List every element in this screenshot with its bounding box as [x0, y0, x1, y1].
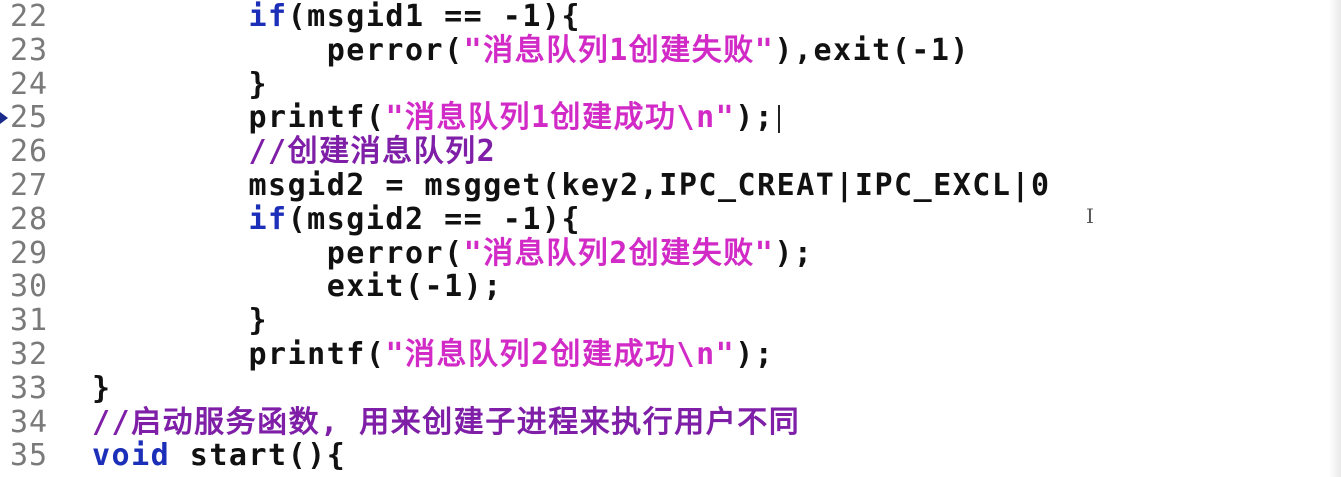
keyword-token: if [248, 0, 288, 34]
code-token: start(){ [170, 438, 347, 474]
code-token: printf( [92, 337, 386, 372]
code-line[interactable]: 32 printf("消息队列2创建成功\n"); [0, 338, 1341, 372]
line-number: 27 [10, 168, 49, 203]
code-text[interactable]: void start(){ [92, 439, 346, 473]
code-text[interactable]: if(msgid2 == -1){ [92, 201, 582, 237]
keyword-token: if [248, 201, 288, 237]
line-number: 26 [10, 134, 49, 170]
code-token: perror( [92, 235, 464, 271]
code-text[interactable]: exit(-1); [92, 270, 503, 304]
code-token: (msgid2 == -1){ [287, 201, 582, 237]
code-line[interactable]: 22 if(msgid1 == -1){ [0, 0, 1341, 34]
line-number: 30 [10, 269, 49, 305]
code-token: ),exit(-1) [774, 32, 970, 68]
code-line[interactable]: 34 //启动服务函数, 用来创建子进程来执行用户不同 [0, 404, 1341, 440]
code-text[interactable]: perror("消息队列2创建失败"); [92, 235, 814, 271]
line-number: 33 [10, 370, 49, 406]
comment-token: //启动服务函数, 用来创建子进程来执行用户不同 [92, 404, 801, 440]
string-token: "消息队列1创建失败" [463, 32, 775, 68]
code-text[interactable]: if(msgid1 == -1){ [92, 0, 581, 34]
code-token: perror( [92, 32, 464, 68]
code-line[interactable]: 25 printf("消息队列1创建成功\n"); [0, 101, 1341, 135]
code-token: } [92, 370, 112, 406]
string-token: "消息队列2创建失败" [463, 235, 775, 271]
code-line[interactable]: 35 void start(){ [0, 439, 1341, 473]
code-token: printf( [92, 100, 386, 136]
code-token: } [92, 66, 269, 102]
code-text[interactable]: } [92, 370, 112, 406]
comment-token: //创建消息队列2 [248, 134, 497, 170]
line-number: 34 [10, 404, 49, 440]
line-number: 35 [10, 438, 49, 474]
code-text[interactable]: //创建消息队列2 [92, 135, 496, 169]
code-line[interactable]: 23 perror("消息队列1创建失败"),exit(-1) [0, 32, 1341, 68]
ibeam-cursor-icon: I [1086, 204, 1094, 228]
line-number: 28 [10, 201, 49, 237]
code-line[interactable]: 27 msgid2 = msgget(key2,IPC_CREAT|IPC_EX… [0, 169, 1341, 203]
line-number: 24 [10, 66, 49, 102]
triangle-right-icon [0, 112, 8, 125]
code-editor[interactable]: 22 if(msgid1 == -1){23 perror("消息队列1创建失败… [0, 0, 1341, 477]
code-token: (msgid1 == -1){ [287, 0, 582, 34]
line-number: 29 [10, 235, 49, 271]
line-number: 31 [10, 303, 49, 339]
string-token: "消息队列2创建成功\n" [385, 337, 736, 372]
code-text[interactable]: printf("消息队列2创建成功\n"); [92, 338, 774, 372]
line-number: 25 [10, 100, 49, 136]
code-line[interactable]: 33} [0, 370, 1341, 406]
code-line[interactable]: 29 perror("消息队列2创建失败"); [0, 235, 1341, 271]
code-line[interactable]: 28 if(msgid2 == -1){ [0, 201, 1341, 237]
code-line[interactable]: 24 } [0, 66, 1341, 102]
code-token: ); [735, 337, 775, 372]
line-number: 23 [10, 32, 49, 68]
code-line[interactable]: 30 exit(-1); [0, 270, 1341, 304]
code-token: ); [735, 100, 775, 136]
code-token: ); [774, 235, 814, 271]
code-token: } [92, 303, 269, 339]
code-token: msgid2 = msgget(key2,IPC_CREAT|IPC_EXCL|… [92, 168, 1051, 203]
line-number: 22 [10, 0, 49, 34]
code-text[interactable]: perror("消息队列1创建失败"),exit(-1) [92, 32, 970, 68]
keyword-token: void [92, 438, 171, 474]
code-text[interactable]: } [92, 66, 269, 102]
code-text[interactable]: } [92, 304, 268, 338]
code-text[interactable]: //启动服务函数, 用来创建子进程来执行用户不同 [92, 404, 801, 440]
code-line[interactable]: 26 //创建消息队列2 [0, 135, 1341, 169]
string-token: "消息队列1创建成功\n" [385, 100, 736, 136]
code-text[interactable]: printf("消息队列1创建成功\n"); [92, 100, 781, 136]
code-line[interactable]: 31 } [0, 304, 1341, 338]
code-token: exit(-1); [92, 269, 503, 305]
line-number: 32 [10, 337, 49, 372]
text-caret [778, 104, 781, 133]
code-text[interactable]: msgid2 = msgget(key2,IPC_CREAT|IPC_EXCL|… [92, 169, 1051, 203]
right-edge-shadow [1329, 0, 1341, 477]
